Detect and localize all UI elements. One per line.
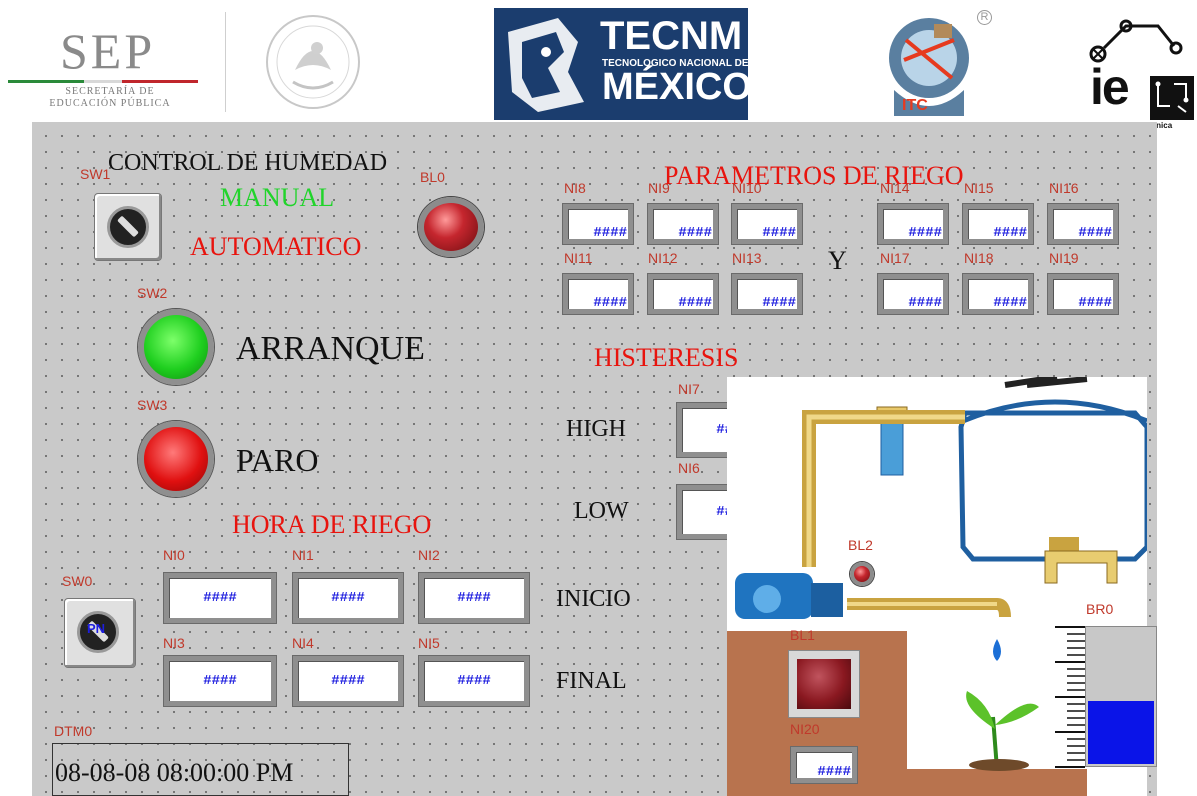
itc-logo-text: ITC: [902, 97, 928, 114]
ni1-tag: NI1: [292, 547, 314, 563]
bl1-tag: BL1: [790, 627, 815, 643]
hora-riego-title: HORA DE RIEGO: [232, 510, 432, 539]
inicio-label: INICIO: [556, 586, 631, 612]
histeresis-title: HISTERESIS: [594, 343, 739, 372]
param-field-ni14[interactable]: ####: [877, 203, 949, 245]
header-divider: [225, 12, 226, 112]
header-logos: SEP SECRETARÍA DE EDUCACIÓN PÚBLICA TECN…: [0, 0, 1197, 130]
param-field-ni18[interactable]: ####: [962, 273, 1034, 315]
bl1-indicator: [788, 650, 860, 718]
ni17-tag: NI17: [880, 250, 910, 266]
ni8-tag: NI8: [564, 180, 586, 196]
final-minute-field[interactable]: ####: [292, 655, 404, 707]
ni5-tag: NI5: [418, 635, 440, 651]
sep-subtitle-line-2: EDUCACIÓN PÚBLICA: [49, 98, 171, 109]
mode-selector-switch[interactable]: [94, 193, 162, 261]
param-field-ni11[interactable]: ####: [562, 273, 634, 315]
ni13-tag: NI13: [732, 250, 762, 266]
datetime-value: 08-08-08 08:00:00 PM: [55, 758, 294, 787]
param-field-ni8[interactable]: ####: [562, 203, 634, 245]
param-field-ni15[interactable]: ####: [962, 203, 1034, 245]
bl1-lamp: [797, 659, 851, 709]
ie-logo-text: ie: [1090, 59, 1130, 115]
inicio-second-field[interactable]: ####: [418, 572, 530, 624]
sw3-tag: SW3: [137, 397, 168, 413]
inicio-hour-field[interactable]: ####: [163, 572, 277, 624]
br0-tag: BR0: [1086, 601, 1114, 617]
itc-logo-icon: [889, 18, 969, 116]
tecnm-name: TECNM: [600, 14, 743, 58]
param-field-ni19[interactable]: ####: [1047, 273, 1119, 315]
final-second-field[interactable]: ####: [418, 655, 530, 707]
ni7-tag: NI7: [678, 381, 700, 397]
param-field-ni10[interactable]: ####: [731, 203, 803, 245]
high-label: HIGH: [566, 416, 626, 442]
registered-mark: R: [977, 10, 992, 25]
ni4-tag: NI4: [292, 635, 314, 651]
param-field-ni12[interactable]: ####: [647, 273, 719, 315]
sep-logo: SEP: [60, 23, 156, 79]
humidity-value-field[interactable]: ####: [790, 746, 858, 784]
stop-button[interactable]: [138, 421, 214, 497]
br0-bar-graph: [1085, 626, 1157, 767]
tecnm-country: MÉXICO: [602, 66, 752, 108]
timer-selector-switch[interactable]: PN: [64, 598, 136, 668]
low-label: LOW: [574, 498, 629, 524]
bl2-tag: BL2: [848, 537, 873, 553]
ni19-tag: NI19: [1049, 250, 1079, 266]
param-field-ni9[interactable]: ####: [647, 203, 719, 245]
ni9-tag: NI9: [648, 180, 670, 196]
selector-knob-icon: [107, 206, 149, 248]
panel-title: CONTROL DE HUMEDAD: [108, 150, 388, 176]
ni6-tag: NI6: [678, 460, 700, 476]
sw2-tag: SW2: [137, 285, 168, 301]
ni3-tag: NI3: [163, 635, 185, 651]
ni16-tag: NI16: [1049, 180, 1079, 196]
param-field-ni13[interactable]: ####: [731, 273, 803, 315]
dtm0-tag: DTM0: [54, 723, 93, 739]
ni2-tag: NI2: [418, 547, 440, 563]
param-field-ni16[interactable]: ####: [1047, 203, 1119, 245]
ni14-tag: NI14: [880, 180, 910, 196]
ni0-tag: NI0: [163, 547, 185, 563]
bl2-pump-lamp: [850, 562, 874, 586]
ni15-tag: NI15: [964, 180, 994, 196]
ni10-tag: NI10: [732, 180, 762, 196]
inicio-minute-field[interactable]: ####: [292, 572, 404, 624]
manual-label: MANUAL: [220, 183, 335, 212]
datetime-display: 08-08-08 08:00:00 PM: [52, 743, 349, 796]
ie-board-icon: [1150, 76, 1194, 120]
parametros-title: PARAMETROS DE RIEGO: [664, 161, 964, 190]
automatico-label: AUTOMATICO: [190, 232, 362, 261]
sep-subtitle: SECRETARÍA DE EDUCACIÓN PÚBLICA: [40, 86, 180, 110]
ni12-tag: NI12: [648, 250, 678, 266]
sep-subtitle-line-1: SECRETARÍA DE: [65, 86, 155, 97]
y-label: Y: [828, 246, 847, 275]
bar-scale-icon: [1055, 626, 1085, 768]
final-label: FINAL: [556, 668, 627, 694]
sw0-text: PN: [87, 621, 106, 636]
sw0-tag: SW0: [62, 573, 93, 589]
ni20-tag: NI20: [790, 721, 820, 737]
br0-bar-fill: [1088, 701, 1154, 764]
sw1-tag: SW1: [80, 166, 111, 182]
bl0-tag: BL0: [420, 169, 445, 185]
sep-color-line: [8, 80, 198, 83]
start-button[interactable]: [138, 309, 214, 385]
paro-label: PARO: [236, 442, 319, 478]
final-hour-field[interactable]: ####: [163, 655, 277, 707]
mexico-seal-icon: [266, 15, 360, 109]
tecnm-eagle-icon: [508, 18, 584, 112]
ni11-tag: NI11: [564, 250, 593, 266]
ni18-tag: NI18: [964, 250, 994, 266]
param-field-ni17[interactable]: ####: [877, 273, 949, 315]
arranque-label: ARRANQUE: [236, 330, 425, 367]
bl0-indicator-lamp: [418, 197, 484, 257]
